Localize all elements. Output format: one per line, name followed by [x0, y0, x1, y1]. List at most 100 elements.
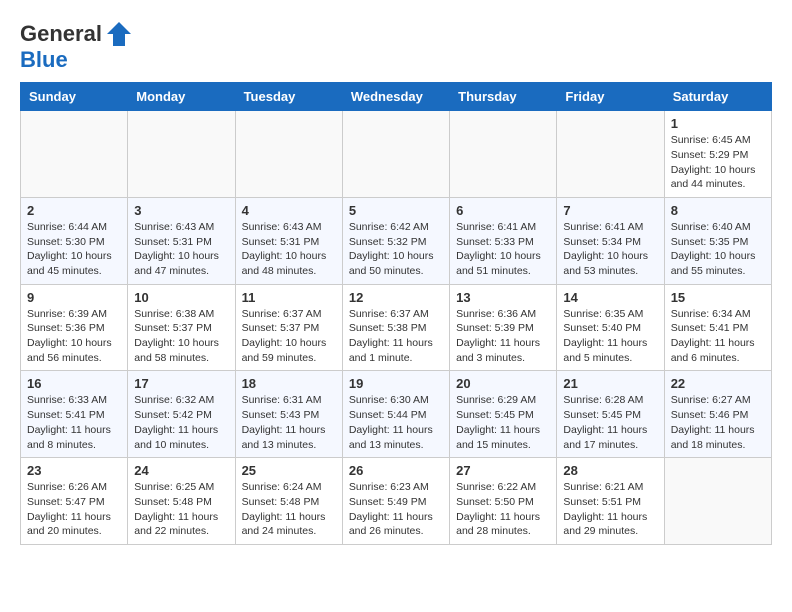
- weekday-header-saturday: Saturday: [664, 83, 771, 111]
- day-number: 19: [349, 376, 443, 391]
- day-info: Sunrise: 6:36 AM Sunset: 5:39 PM Dayligh…: [456, 307, 550, 366]
- calendar-cell: [128, 111, 235, 198]
- calendar-cell: 17 Sunrise: 6:32 AM Sunset: 5:42 PM Dayli…: [128, 371, 235, 458]
- day-number: 9: [27, 290, 121, 305]
- calendar-cell: 16 Sunrise: 6:33 AM Sunset: 5:41 PM Dayli…: [21, 371, 128, 458]
- calendar-cell: [664, 458, 771, 545]
- calendar-cell: 9 Sunrise: 6:39 AM Sunset: 5:36 PM Daylig…: [21, 284, 128, 371]
- calendar-cell: 14 Sunrise: 6:35 AM Sunset: 5:40 PM Dayli…: [557, 284, 664, 371]
- day-info: Sunrise: 6:41 AM Sunset: 5:33 PM Dayligh…: [456, 220, 550, 279]
- day-info: Sunrise: 6:33 AM Sunset: 5:41 PM Dayligh…: [27, 393, 121, 452]
- calendar-cell: 3 Sunrise: 6:43 AM Sunset: 5:31 PM Daylig…: [128, 197, 235, 284]
- calendar-cell: 13 Sunrise: 6:36 AM Sunset: 5:39 PM Dayli…: [450, 284, 557, 371]
- day-number: 16: [27, 376, 121, 391]
- day-number: 21: [563, 376, 657, 391]
- day-info: Sunrise: 6:45 AM Sunset: 5:29 PM Dayligh…: [671, 133, 765, 192]
- calendar-cell: 19Sunrise: 6:30 AM Sunset: 5:44 PM Dayli…: [342, 371, 449, 458]
- day-info: Sunrise: 6:26 AM Sunset: 5:47 PM Dayligh…: [27, 480, 121, 539]
- logo-general-text: General: [20, 22, 102, 46]
- calendar-cell: 25 Sunrise: 6:24 AM Sunset: 5:48 PM Dayli…: [235, 458, 342, 545]
- day-number: 14: [563, 290, 657, 305]
- day-number: 13: [456, 290, 550, 305]
- calendar-week-5: 23Sunrise: 6:26 AM Sunset: 5:47 PM Dayli…: [21, 458, 772, 545]
- calendar-cell: 4Sunrise: 6:43 AM Sunset: 5:31 PM Daylig…: [235, 197, 342, 284]
- calendar-cell: [557, 111, 664, 198]
- day-info: Sunrise: 6:44 AM Sunset: 5:30 PM Dayligh…: [27, 220, 121, 279]
- calendar-week-4: 16 Sunrise: 6:33 AM Sunset: 5:41 PM Dayli…: [21, 371, 772, 458]
- calendar-cell: 21 Sunrise: 6:28 AM Sunset: 5:45 PM Dayli…: [557, 371, 664, 458]
- calendar-cell: [450, 111, 557, 198]
- day-info: Sunrise: 6:29 AM Sunset: 5:45 PM Dayligh…: [456, 393, 550, 452]
- day-number: 26: [349, 463, 443, 478]
- day-info: Sunrise: 6:43 AM Sunset: 5:31 PM Dayligh…: [134, 220, 228, 279]
- weekday-header-monday: Monday: [128, 83, 235, 111]
- calendar-cell: [342, 111, 449, 198]
- day-number: 15: [671, 290, 765, 305]
- calendar-cell: 11 Sunrise: 6:37 AM Sunset: 5:37 PM Dayli…: [235, 284, 342, 371]
- weekday-header-row: SundayMondayTuesdayWednesdayThursdayFrid…: [21, 83, 772, 111]
- calendar-week-1: 1 Sunrise: 6:45 AM Sunset: 5:29 PM Daylig…: [21, 111, 772, 198]
- weekday-header-sunday: Sunday: [21, 83, 128, 111]
- day-number: 28: [563, 463, 657, 478]
- day-info: Sunrise: 6:37 AM Sunset: 5:37 PM Dayligh…: [242, 307, 336, 366]
- calendar-cell: 24 Sunrise: 6:25 AM Sunset: 5:48 PM Dayli…: [128, 458, 235, 545]
- day-info: Sunrise: 6:39 AM Sunset: 5:36 PM Dayligh…: [27, 307, 121, 366]
- day-number: 6: [456, 203, 550, 218]
- day-number: 2: [27, 203, 121, 218]
- calendar-cell: 23Sunrise: 6:26 AM Sunset: 5:47 PM Dayli…: [21, 458, 128, 545]
- calendar-week-2: 2 Sunrise: 6:44 AM Sunset: 5:30 PM Daylig…: [21, 197, 772, 284]
- day-number: 8: [671, 203, 765, 218]
- calendar-cell: 27 Sunrise: 6:22 AM Sunset: 5:50 PM Dayli…: [450, 458, 557, 545]
- calendar-cell: 7 Sunrise: 6:41 AM Sunset: 5:34 PM Daylig…: [557, 197, 664, 284]
- calendar-cell: [21, 111, 128, 198]
- calendar-cell: 8Sunrise: 6:40 AM Sunset: 5:35 PM Daylig…: [664, 197, 771, 284]
- calendar-cell: 6 Sunrise: 6:41 AM Sunset: 5:33 PM Daylig…: [450, 197, 557, 284]
- calendar-cell: 12 Sunrise: 6:37 AM Sunset: 5:38 PM Dayli…: [342, 284, 449, 371]
- weekday-header-wednesday: Wednesday: [342, 83, 449, 111]
- weekday-header-thursday: Thursday: [450, 83, 557, 111]
- day-number: 25: [242, 463, 336, 478]
- calendar-cell: 2 Sunrise: 6:44 AM Sunset: 5:30 PM Daylig…: [21, 197, 128, 284]
- day-info: Sunrise: 6:37 AM Sunset: 5:38 PM Dayligh…: [349, 307, 443, 366]
- logo: General Blue: [20, 20, 133, 72]
- day-info: Sunrise: 6:24 AM Sunset: 5:48 PM Dayligh…: [242, 480, 336, 539]
- day-info: Sunrise: 6:35 AM Sunset: 5:40 PM Dayligh…: [563, 307, 657, 366]
- day-number: 17: [134, 376, 228, 391]
- day-number: 7: [563, 203, 657, 218]
- calendar-cell: 18Sunrise: 6:31 AM Sunset: 5:43 PM Dayli…: [235, 371, 342, 458]
- day-number: 1: [671, 116, 765, 131]
- logo-icon: [105, 20, 133, 48]
- calendar-cell: 26 Sunrise: 6:23 AM Sunset: 5:49 PM Dayli…: [342, 458, 449, 545]
- calendar-table: SundayMondayTuesdayWednesdayThursdayFrid…: [20, 82, 772, 545]
- day-info: Sunrise: 6:27 AM Sunset: 5:46 PM Dayligh…: [671, 393, 765, 452]
- day-info: Sunrise: 6:38 AM Sunset: 5:37 PM Dayligh…: [134, 307, 228, 366]
- day-number: 3: [134, 203, 228, 218]
- day-number: 10: [134, 290, 228, 305]
- day-number: 24: [134, 463, 228, 478]
- day-info: Sunrise: 6:28 AM Sunset: 5:45 PM Dayligh…: [563, 393, 657, 452]
- day-info: Sunrise: 6:41 AM Sunset: 5:34 PM Dayligh…: [563, 220, 657, 279]
- weekday-header-tuesday: Tuesday: [235, 83, 342, 111]
- day-info: Sunrise: 6:25 AM Sunset: 5:48 PM Dayligh…: [134, 480, 228, 539]
- day-number: 20: [456, 376, 550, 391]
- calendar-cell: 15 Sunrise: 6:34 AM Sunset: 5:41 PM Dayli…: [664, 284, 771, 371]
- day-number: 27: [456, 463, 550, 478]
- day-info: Sunrise: 6:32 AM Sunset: 5:42 PM Dayligh…: [134, 393, 228, 452]
- day-info: Sunrise: 6:22 AM Sunset: 5:50 PM Dayligh…: [456, 480, 550, 539]
- calendar-cell: 28Sunrise: 6:21 AM Sunset: 5:51 PM Dayli…: [557, 458, 664, 545]
- calendar-week-3: 9 Sunrise: 6:39 AM Sunset: 5:36 PM Daylig…: [21, 284, 772, 371]
- day-info: Sunrise: 6:23 AM Sunset: 5:49 PM Dayligh…: [349, 480, 443, 539]
- calendar-cell: 10 Sunrise: 6:38 AM Sunset: 5:37 PM Dayli…: [128, 284, 235, 371]
- day-number: 5: [349, 203, 443, 218]
- day-number: 12: [349, 290, 443, 305]
- day-info: Sunrise: 6:42 AM Sunset: 5:32 PM Dayligh…: [349, 220, 443, 279]
- calendar-cell: 20 Sunrise: 6:29 AM Sunset: 5:45 PM Dayli…: [450, 371, 557, 458]
- day-info: Sunrise: 6:34 AM Sunset: 5:41 PM Dayligh…: [671, 307, 765, 366]
- calendar-cell: 5 Sunrise: 6:42 AM Sunset: 5:32 PM Daylig…: [342, 197, 449, 284]
- weekday-header-friday: Friday: [557, 83, 664, 111]
- calendar-cell: 22Sunrise: 6:27 AM Sunset: 5:46 PM Dayli…: [664, 371, 771, 458]
- calendar-cell: [235, 111, 342, 198]
- calendar-cell: 1 Sunrise: 6:45 AM Sunset: 5:29 PM Daylig…: [664, 111, 771, 198]
- day-number: 11: [242, 290, 336, 305]
- day-info: Sunrise: 6:43 AM Sunset: 5:31 PM Dayligh…: [242, 220, 336, 279]
